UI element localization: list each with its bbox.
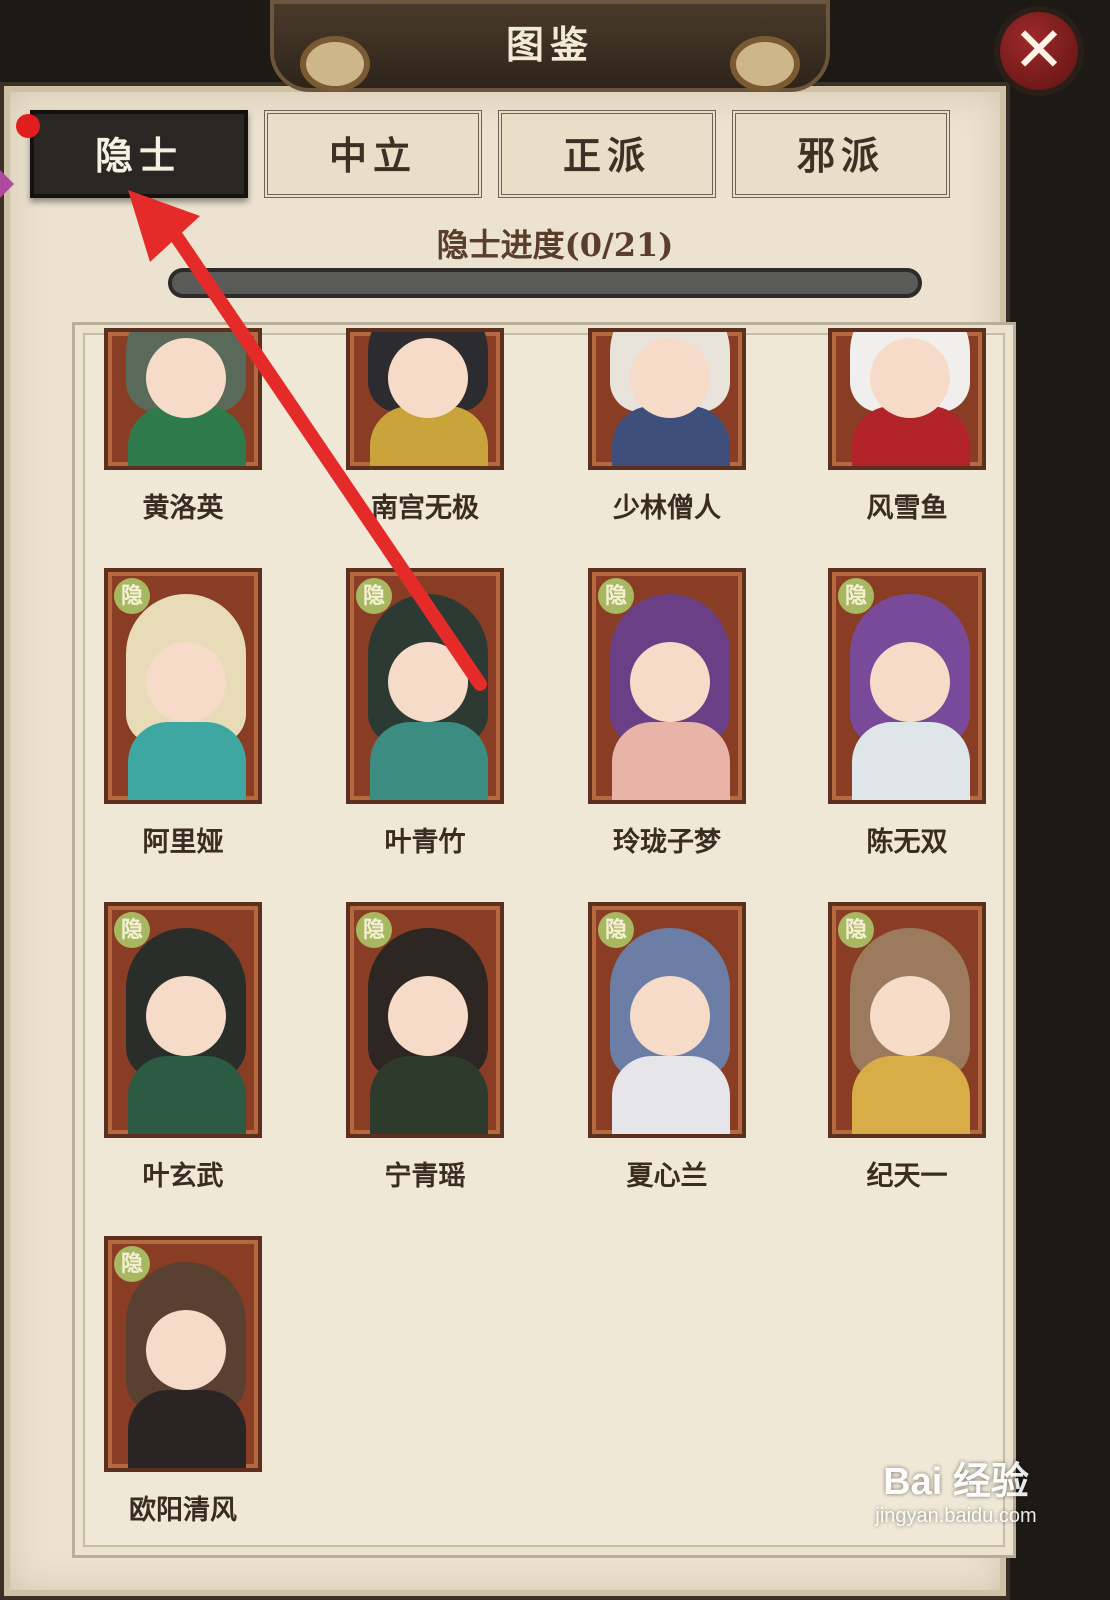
character-portrait: 隐	[588, 902, 746, 1138]
hermit-badge-icon: 隐	[598, 912, 634, 948]
hermit-badge-icon: 隐	[356, 578, 392, 614]
character-portrait: 隐	[104, 1236, 262, 1472]
tab-neutral[interactable]: 中立	[264, 110, 482, 198]
tab-righteous[interactable]: 正派	[498, 110, 716, 198]
portrait-face	[146, 642, 226, 722]
portrait-face	[630, 338, 710, 418]
character-card[interactable]: 隐叶青竹	[346, 568, 504, 859]
character-name: 欧阳清风	[129, 1495, 237, 1526]
character-card[interactable]: 南宫无极	[346, 328, 504, 525]
portrait-outfit	[128, 1056, 246, 1134]
portrait-outfit	[612, 1056, 730, 1134]
character-card[interactable]: 风雪鱼	[828, 328, 986, 525]
character-card[interactable]: 隐夏心兰	[588, 902, 746, 1193]
hermit-badge-icon: 隐	[114, 578, 150, 614]
character-name: 玲珑子梦	[613, 827, 721, 858]
character-portrait	[588, 328, 746, 470]
portrait-face	[146, 976, 226, 1056]
portrait-outfit	[128, 722, 246, 800]
character-card[interactable]: 少林僧人	[588, 328, 746, 525]
hermit-badge-icon: 隐	[114, 1246, 150, 1282]
character-name: 风雪鱼	[866, 493, 948, 524]
watermark-url: jingyan.baidu.com	[875, 1505, 1037, 1527]
character-portrait	[828, 328, 986, 470]
side-expand-icon[interactable]	[0, 170, 14, 198]
portrait-face	[388, 338, 468, 418]
character-card[interactable]: 隐玲珑子梦	[588, 568, 746, 859]
character-card[interactable]: 隐宁青瑶	[346, 902, 504, 1193]
character-card[interactable]: 隐叶玄武	[104, 902, 262, 1193]
character-name: 黄洛英	[142, 493, 224, 524]
character-name: 叶玄武	[142, 1161, 224, 1192]
portrait-face	[870, 976, 950, 1056]
close-x-icon: ✕	[1013, 13, 1065, 86]
tab-hermit[interactable]: 隐士	[30, 110, 248, 198]
portrait-face	[388, 642, 468, 722]
portrait-face	[146, 1310, 226, 1390]
portrait-outfit	[370, 1056, 488, 1134]
character-portrait: 隐	[588, 568, 746, 804]
portrait-face	[146, 338, 226, 418]
page-title: 图鉴	[505, 22, 594, 67]
watermark: Bai 经验 jingyan.baidu.com	[836, 1450, 1076, 1528]
portrait-outfit	[612, 722, 730, 800]
character-card[interactable]: 黄洛英	[104, 328, 262, 525]
hermit-badge-icon: 隐	[838, 912, 874, 948]
character-portrait	[104, 328, 262, 470]
character-card[interactable]: 隐纪天一	[828, 902, 986, 1193]
portrait-outfit	[852, 1056, 970, 1134]
character-portrait: 隐	[104, 902, 262, 1138]
character-portrait: 隐	[828, 568, 986, 804]
character-name: 纪天一	[866, 1161, 948, 1192]
character-portrait: 隐	[346, 902, 504, 1138]
portrait-outfit	[128, 1390, 246, 1468]
character-card[interactable]: 隐欧阳清风	[104, 1236, 262, 1527]
portrait-face	[870, 642, 950, 722]
character-name: 陈无双	[866, 827, 948, 858]
portrait-face	[630, 976, 710, 1056]
notification-dot	[16, 114, 40, 138]
scroll-ornament-right-icon	[730, 36, 800, 92]
portrait-face	[870, 338, 950, 418]
character-name: 叶青竹	[384, 827, 466, 858]
character-name: 阿里娅	[142, 827, 224, 858]
scroll-ornament-left-icon	[300, 36, 370, 92]
character-portrait: 隐	[104, 568, 262, 804]
portrait-face	[630, 642, 710, 722]
character-portrait	[346, 328, 504, 470]
hermit-badge-icon: 隐	[114, 912, 150, 948]
portrait-outfit	[852, 722, 970, 800]
progress-label: 隐士进度(0/21)	[436, 226, 674, 264]
hermit-badge-icon: 隐	[356, 912, 392, 948]
character-card[interactable]: 隐阿里娅	[104, 568, 262, 859]
close-button[interactable]: ✕	[994, 6, 1084, 96]
tab-evil[interactable]: 邪派	[732, 110, 950, 198]
watermark-brand: Bai 经验	[883, 1461, 1029, 1503]
character-portrait: 隐	[346, 568, 504, 804]
portrait-face	[388, 976, 468, 1056]
character-name: 南宫无极	[371, 493, 479, 524]
hermit-badge-icon: 隐	[838, 578, 874, 614]
character-name: 宁青瑶	[384, 1161, 466, 1192]
progress-bar	[168, 268, 922, 298]
character-name: 少林僧人	[613, 493, 721, 524]
character-card[interactable]: 隐陈无双	[828, 568, 986, 859]
hermit-badge-icon: 隐	[598, 578, 634, 614]
character-name: 夏心兰	[626, 1161, 708, 1192]
character-portrait: 隐	[828, 902, 986, 1138]
portrait-outfit	[370, 722, 488, 800]
